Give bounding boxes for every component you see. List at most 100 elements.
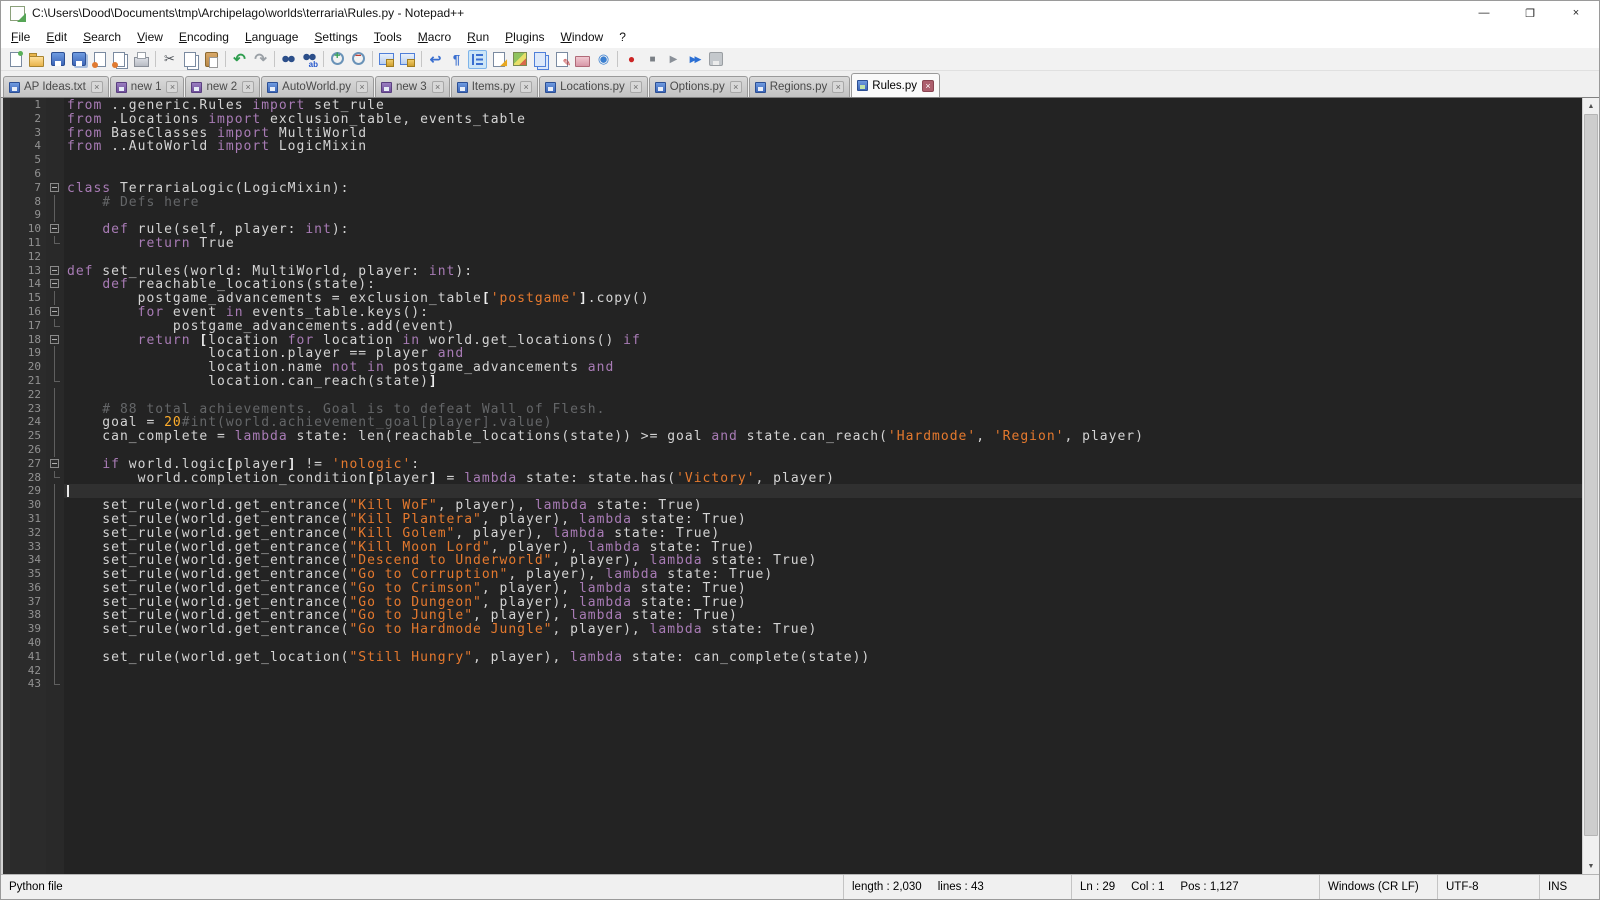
code-line-14[interactable]: def reachable_locations(state): xyxy=(64,277,1582,291)
menu-file[interactable]: File xyxy=(3,27,38,47)
line-number[interactable]: 24 xyxy=(10,415,41,429)
code-line-1[interactable]: from ..generic.Rules import set_rule xyxy=(64,98,1582,112)
code-line-9[interactable] xyxy=(64,208,1582,222)
code-line-22[interactable] xyxy=(64,388,1582,402)
tab-close-icon[interactable]: × xyxy=(630,81,642,93)
line-number[interactable]: 4 xyxy=(10,139,41,153)
fold-marker[interactable] xyxy=(46,264,64,278)
line-number[interactable]: 34 xyxy=(10,553,41,567)
line-number[interactable]: 26 xyxy=(10,443,41,457)
tab-close-icon[interactable]: × xyxy=(242,81,254,93)
save-all-icon[interactable] xyxy=(69,50,88,69)
macro-record-icon[interactable] xyxy=(622,50,641,69)
code-line-3[interactable]: from BaseClasses import MultiWorld xyxy=(64,126,1582,140)
menu-plugins[interactable]: Plugins xyxy=(497,27,552,47)
code-line-8[interactable]: # Defs here xyxy=(64,195,1582,209)
close-all-icon[interactable] xyxy=(111,50,130,69)
code-line-16[interactable]: for event in events_table.keys(): xyxy=(64,305,1582,319)
code-line-42[interactable] xyxy=(64,664,1582,678)
line-number[interactable]: 41 xyxy=(10,650,41,664)
redo-icon[interactable] xyxy=(251,50,270,69)
code-line-18[interactable]: return [location for location in world.g… xyxy=(64,333,1582,347)
line-number[interactable]: 6 xyxy=(10,167,41,181)
minimize-button[interactable]: — xyxy=(1461,1,1507,25)
code-line-28[interactable]: world.completion_condition[player] = lam… xyxy=(64,471,1582,485)
code-area[interactable]: from ..generic.Rules import set_rulefrom… xyxy=(64,98,1582,874)
menu-search[interactable]: Search xyxy=(75,27,129,47)
tab-ap-ideas-txt[interactable]: AP Ideas.txt× xyxy=(3,76,109,97)
tab-new-1[interactable]: new 1× xyxy=(110,76,185,97)
tab-close-icon[interactable]: × xyxy=(432,81,444,93)
code-line-27[interactable]: if world.logic[player] != 'nologic': xyxy=(64,457,1582,471)
line-number[interactable]: 32 xyxy=(10,526,41,540)
tab-options-py[interactable]: Options.py× xyxy=(649,76,748,97)
menu-help[interactable]: ? xyxy=(611,27,634,47)
code-line-12[interactable] xyxy=(64,250,1582,264)
open-file-icon[interactable] xyxy=(27,50,46,69)
code-line-37[interactable]: set_rule(world.get_entrance("Go to Dunge… xyxy=(64,595,1582,609)
code-line-20[interactable]: location.name not in postgame_advancemen… xyxy=(64,360,1582,374)
line-number[interactable]: 16 xyxy=(10,305,41,319)
function-list-panel-icon[interactable] xyxy=(552,50,571,69)
tab-close-icon[interactable]: × xyxy=(922,80,934,92)
code-line-32[interactable]: set_rule(world.get_entrance("Kill Golem"… xyxy=(64,526,1582,540)
line-number[interactable]: 10 xyxy=(10,222,41,236)
replace-icon[interactable] xyxy=(300,50,319,69)
menu-settings[interactable]: Settings xyxy=(306,27,365,47)
scroll-down-button[interactable]: ▼ xyxy=(1583,858,1599,874)
code-line-7[interactable]: class TerrariaLogic(LogicMixin): xyxy=(64,181,1582,195)
line-number[interactable]: 9 xyxy=(10,208,41,222)
line-number[interactable]: 22 xyxy=(10,388,41,402)
line-number-margin[interactable]: 1234567891011121314151617181920212223242… xyxy=(10,98,46,874)
tab-new-3[interactable]: new 3× xyxy=(375,76,450,97)
line-number[interactable]: 2 xyxy=(10,112,41,126)
tab-close-icon[interactable]: × xyxy=(166,81,178,93)
fold-marker[interactable] xyxy=(46,305,64,319)
print-icon[interactable] xyxy=(132,50,151,69)
code-line-4[interactable]: from ..AutoWorld import LogicMixin xyxy=(64,139,1582,153)
line-number[interactable]: 30 xyxy=(10,498,41,512)
line-number[interactable]: 13 xyxy=(10,264,41,278)
document-monitor-icon[interactable] xyxy=(594,50,613,69)
code-line-35[interactable]: set_rule(world.get_entrance("Go to Corru… xyxy=(64,567,1582,581)
code-line-13[interactable]: def set_rules(world: MultiWorld, player:… xyxy=(64,264,1582,278)
code-line-21[interactable]: location.can_reach(state)] xyxy=(64,374,1582,388)
document-map-icon[interactable] xyxy=(510,50,529,69)
tab-close-icon[interactable]: × xyxy=(832,81,844,93)
line-number[interactable]: 1 xyxy=(10,98,41,112)
scroll-track[interactable] xyxy=(1583,114,1599,858)
menu-view[interactable]: View xyxy=(129,27,171,47)
tab-close-icon[interactable]: × xyxy=(91,81,103,93)
undo-icon[interactable] xyxy=(230,50,249,69)
restore-button[interactable]: ❐ xyxy=(1507,1,1553,25)
code-line-6[interactable] xyxy=(64,167,1582,181)
zoom-out-icon[interactable] xyxy=(349,50,368,69)
menu-macro[interactable]: Macro xyxy=(410,27,459,47)
fold-marker[interactable] xyxy=(46,277,64,291)
code-line-19[interactable]: location.player == player and xyxy=(64,346,1582,360)
notepadpp-app-icon[interactable] xyxy=(10,6,25,21)
document-list-icon[interactable] xyxy=(531,50,550,69)
line-number[interactable]: 18 xyxy=(10,333,41,347)
line-number[interactable]: 36 xyxy=(10,581,41,595)
scroll-thumb[interactable] xyxy=(1584,114,1598,836)
word-wrap-icon[interactable] xyxy=(426,50,445,69)
folder-as-workspace-icon[interactable] xyxy=(573,50,592,69)
cut-icon[interactable] xyxy=(160,50,179,69)
line-number[interactable]: 27 xyxy=(10,457,41,471)
code-line-41[interactable]: set_rule(world.get_location("Still Hungr… xyxy=(64,650,1582,664)
line-number[interactable]: 5 xyxy=(10,153,41,167)
line-number[interactable]: 19 xyxy=(10,346,41,360)
fold-marker[interactable] xyxy=(46,222,64,236)
line-number[interactable]: 3 xyxy=(10,126,41,140)
line-number[interactable]: 43 xyxy=(10,677,41,691)
new-file-icon[interactable] xyxy=(6,50,25,69)
code-line-17[interactable]: postgame_advancements.add(event) xyxy=(64,319,1582,333)
code-line-40[interactable] xyxy=(64,636,1582,650)
code-line-26[interactable] xyxy=(64,443,1582,457)
close-button[interactable]: × xyxy=(1553,1,1599,25)
scroll-up-button[interactable]: ▲ xyxy=(1583,98,1599,114)
menu-tools[interactable]: Tools xyxy=(366,27,410,47)
sync-vertical-scroll-icon[interactable] xyxy=(377,50,396,69)
menu-window[interactable]: Window xyxy=(553,27,612,47)
